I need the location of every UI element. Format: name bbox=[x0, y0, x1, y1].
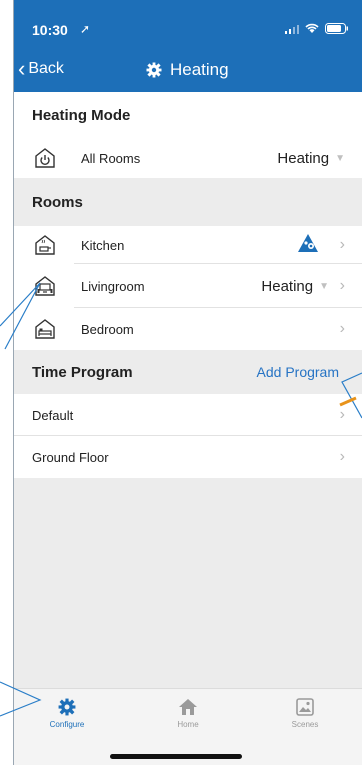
gear-icon bbox=[32, 697, 102, 717]
tab-home[interactable]: Home bbox=[153, 697, 223, 729]
row-all-rooms[interactable]: All Rooms Heating ▼ bbox=[14, 138, 362, 178]
room-row-livingroom[interactable]: Livingroom Heating ▼ › bbox=[14, 264, 362, 308]
livingroom-icon bbox=[34, 275, 56, 297]
chevron-right-icon: › bbox=[339, 406, 345, 423]
title-text: Heating bbox=[170, 60, 229, 79]
status-time: 10:30 bbox=[32, 22, 68, 38]
house-icon bbox=[153, 697, 223, 717]
bedroom-icon bbox=[34, 318, 56, 340]
chevron-right-icon: › bbox=[339, 236, 345, 253]
power-icon bbox=[34, 147, 56, 169]
battery-icon bbox=[325, 23, 348, 34]
room-row-kitchen[interactable]: Kitchen › bbox=[14, 226, 362, 264]
image-icon bbox=[270, 697, 340, 717]
mode-select[interactable]: Heating ▼ bbox=[277, 150, 345, 167]
nav-bar: ‹ Back Heating bbox=[14, 58, 362, 86]
room-mode-value: Heating bbox=[261, 277, 314, 295]
program-row-default[interactable]: Default › bbox=[14, 394, 362, 436]
section-heating-mode: Heating Mode bbox=[14, 92, 362, 138]
tab-label: Configure bbox=[49, 720, 85, 729]
room-label: Bedroom bbox=[81, 321, 134, 337]
caret-down-icon: ▼ bbox=[319, 280, 329, 292]
program-label: Default bbox=[32, 407, 74, 423]
section-time-program: Time Program Add Program bbox=[14, 350, 362, 394]
tab-scenes[interactable]: Scenes bbox=[270, 697, 340, 729]
section-rooms: Rooms bbox=[14, 178, 362, 226]
room-label: Livingroom bbox=[81, 278, 145, 294]
chevron-right-icon: › bbox=[339, 320, 345, 337]
back-button[interactable]: ‹ Back bbox=[18, 56, 64, 81]
tab-label: Scenes bbox=[291, 720, 319, 729]
tab-label: Home bbox=[177, 720, 199, 729]
chevron-left-icon: ‹ bbox=[18, 56, 26, 81]
caret-down-icon: ▼ bbox=[335, 152, 345, 164]
mode-value: Heating bbox=[277, 149, 330, 167]
room-label: Kitchen bbox=[81, 237, 125, 253]
back-label: Back bbox=[28, 60, 64, 77]
chevron-right-icon: › bbox=[339, 277, 345, 294]
app-header: 10:30 ➚ ‹ Back Heating bbox=[14, 0, 362, 92]
status-icons bbox=[285, 23, 349, 34]
settings-list: Heating Mode All Rooms Heating ▼ Rooms K… bbox=[14, 92, 362, 478]
signal-icon bbox=[285, 24, 299, 34]
gear-icon bbox=[146, 62, 162, 78]
room-row-bedroom[interactable]: Bedroom › bbox=[14, 308, 362, 350]
location-icon: ➚ bbox=[80, 22, 91, 36]
program-row-ground-floor[interactable]: Ground Floor › bbox=[14, 436, 362, 478]
wifi-icon bbox=[305, 23, 319, 33]
section-title: Time Program bbox=[32, 363, 133, 381]
kitchen-icon bbox=[34, 234, 56, 256]
home-indicator bbox=[110, 754, 242, 759]
auto-mode-icon bbox=[297, 233, 319, 258]
program-label: Ground Floor bbox=[32, 449, 109, 465]
status-bar: 10:30 ➚ bbox=[32, 22, 349, 42]
tab-configure[interactable]: Configure bbox=[32, 697, 102, 729]
row-label: All Rooms bbox=[81, 150, 141, 166]
phone-screen: 10:30 ➚ ‹ Back Heating Heating Mode All … bbox=[13, 0, 362, 765]
chevron-right-icon: › bbox=[339, 448, 345, 465]
room-mode-select[interactable]: Heating ▼ bbox=[261, 278, 329, 295]
section-title: Heating Mode bbox=[32, 106, 131, 124]
section-title: Rooms bbox=[32, 193, 83, 211]
add-program-link[interactable]: Add Program bbox=[257, 364, 339, 380]
page-title: Heating bbox=[146, 60, 229, 80]
